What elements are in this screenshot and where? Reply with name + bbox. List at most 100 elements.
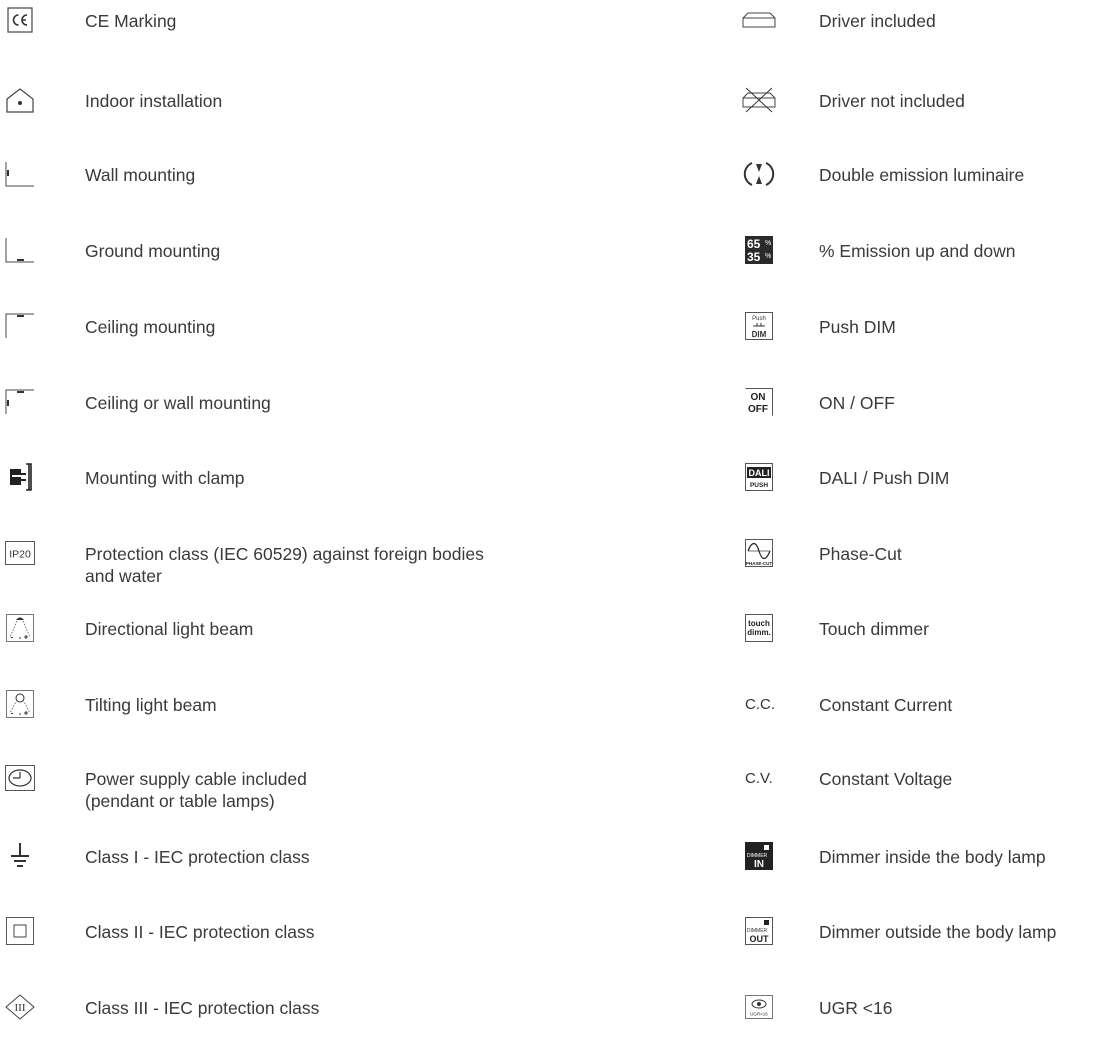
ip20-icon-text: IP20 (9, 549, 31, 561)
legend-row: Class I - IEC protection class (0, 842, 560, 902)
legend-label: CE Marking (85, 11, 177, 31)
ip20-icon: IP20 (5, 539, 35, 567)
power-cable-icon (5, 764, 35, 792)
svg-text:65: 65 (747, 237, 761, 251)
ceiling-or-wall-mounting-icon (5, 388, 34, 416)
legend-row: Ceiling or wall mounting (0, 388, 560, 448)
ground-mounting-icon (5, 236, 34, 264)
legend-row: DIMMER OUT Dimmer outside the body lamp (733, 917, 1104, 977)
legend-row: Ceiling mounting (0, 312, 560, 372)
svg-text:DALI: DALI (749, 468, 770, 478)
driver-not-included-icon (742, 86, 776, 114)
legend-row: DALI PUSH DALI / Push DIM (733, 463, 1104, 523)
driver-included-icon (742, 6, 776, 34)
legend-label: Ceiling or wall mounting (85, 393, 271, 413)
legend-label-line2: (pendant or table lamps) (85, 791, 275, 811)
svg-text:III: III (15, 1002, 26, 1014)
class-ii-square-icon (6, 917, 34, 945)
legend-label: DALI / Push DIM (819, 468, 950, 488)
svg-text:dimm.: dimm. (747, 628, 771, 637)
legend-label: Protection class (IEC 60529) against for… (85, 543, 484, 587)
legend-label: ON / OFF (819, 393, 895, 413)
svg-text:IN: IN (754, 859, 764, 870)
legend-label: Dimmer outside the body lamp (819, 922, 1057, 942)
legend-row: ON OFF ON / OFF (733, 388, 1104, 448)
legend-row: touch dimm. Touch dimmer (733, 614, 1104, 674)
svg-text:OFF: OFF (748, 404, 768, 415)
ce-marking-icon (6, 6, 34, 34)
legend-label: Ground mounting (85, 241, 221, 261)
constant-voltage-icon: C.V. (745, 764, 773, 792)
legend-label: Push DIM (819, 317, 896, 337)
svg-text:Push: Push (752, 316, 766, 322)
svg-text:UGR<16: UGR<16 (750, 1012, 768, 1017)
legend-row: Push DIM Push DIM (733, 312, 1104, 372)
double-emission-icon (743, 160, 775, 188)
svg-text:DIM: DIM (752, 330, 767, 339)
legend-row: Double emission luminaire (733, 160, 1104, 220)
legend-row: IP20 Protection class (IEC 60529) agains… (0, 539, 560, 609)
legend-label: Constant Current (819, 695, 953, 715)
class-iii-diamond-icon: III (5, 993, 35, 1021)
legend-label: Phase-Cut (819, 544, 902, 564)
legend-label: Class II - IEC protection class (85, 922, 315, 942)
touch-dimmer-icon: touch dimm. (745, 614, 773, 642)
legend-row: Indoor installation (0, 86, 560, 146)
phase-cut-icon: PHASE-CUT (745, 539, 773, 567)
svg-text:touch: touch (748, 619, 770, 628)
legend-label: Ceiling mounting (85, 317, 216, 337)
clamp-mounting-icon (6, 463, 34, 491)
legend-row: Directional light beam (0, 614, 560, 674)
legend-label: Class I - IEC protection class (85, 847, 310, 867)
emission-percent-icon: 65 35 % % (745, 236, 773, 264)
legend-label: Touch dimmer (819, 619, 929, 639)
constant-voltage-icon-text: C.V. (745, 769, 773, 787)
svg-text:%: % (765, 253, 771, 260)
dimmer-out-icon: DIMMER OUT (745, 917, 773, 945)
legend-row: Wall mounting (0, 160, 560, 220)
svg-text:PHASE-CUT: PHASE-CUT (746, 561, 773, 566)
indoor-installation-icon (6, 86, 34, 114)
legend-row: Mounting with clamp (0, 463, 560, 523)
earth-ground-icon (6, 842, 34, 870)
legend-row: DIMMER IN Dimmer inside the body lamp (733, 842, 1104, 902)
dali-push-icon: DALI PUSH (745, 463, 773, 491)
ceiling-mounting-icon (5, 312, 34, 340)
legend-label-line2: and water (85, 566, 162, 586)
legend-row: Power supply cable included (pendant or … (0, 764, 560, 834)
tilting-beam-icon (6, 690, 34, 718)
legend-row: UGR<16 UGR <16 (733, 993, 1104, 1053)
on-off-icon: ON OFF (745, 388, 773, 416)
legend-row: III Class III - IEC protection class (0, 993, 560, 1053)
dimmer-in-icon: DIMMER IN (745, 842, 773, 870)
constant-current-icon-text: C.C. (745, 695, 775, 713)
legend-row: 65 35 % % % Emission up and down (733, 236, 1104, 296)
legend-row: Ground mounting (0, 236, 560, 296)
legend-label: Directional light beam (85, 619, 254, 639)
legend-label-line1: Power supply cable included (85, 769, 307, 789)
legend-label: % Emission up and down (819, 241, 1016, 261)
legend-label: Driver included (819, 11, 936, 31)
legend-label: Wall mounting (85, 165, 196, 185)
legend-label: Tilting light beam (85, 695, 217, 715)
legend-label: Class III - IEC protection class (85, 998, 320, 1018)
legend-row: Class II - IEC protection class (0, 917, 560, 977)
legend-row: Driver included (733, 6, 1104, 66)
svg-text:35: 35 (747, 250, 761, 264)
legend-label: Constant Voltage (819, 769, 953, 789)
legend-label: Indoor installation (85, 91, 223, 111)
directional-beam-icon (6, 614, 34, 642)
svg-text:OUT: OUT (750, 934, 770, 944)
legend-row: PHASE-CUT Phase-Cut (733, 539, 1104, 599)
legend-label-line1: Protection class (IEC 60529) against for… (85, 544, 484, 564)
legend-row: C.V. Constant Voltage (733, 764, 1104, 824)
svg-text:PUSH: PUSH (750, 482, 768, 489)
svg-text:%: % (765, 240, 771, 247)
legend-label: Dimmer inside the body lamp (819, 847, 1046, 867)
ugr-icon: UGR<16 (745, 993, 773, 1021)
legend-row: CE Marking (0, 6, 560, 66)
wall-mounting-icon (5, 160, 34, 188)
legend-row: C.C. Constant Current (733, 690, 1104, 750)
push-dim-icon: Push DIM (745, 312, 773, 340)
legend-label: Double emission luminaire (819, 165, 1025, 185)
